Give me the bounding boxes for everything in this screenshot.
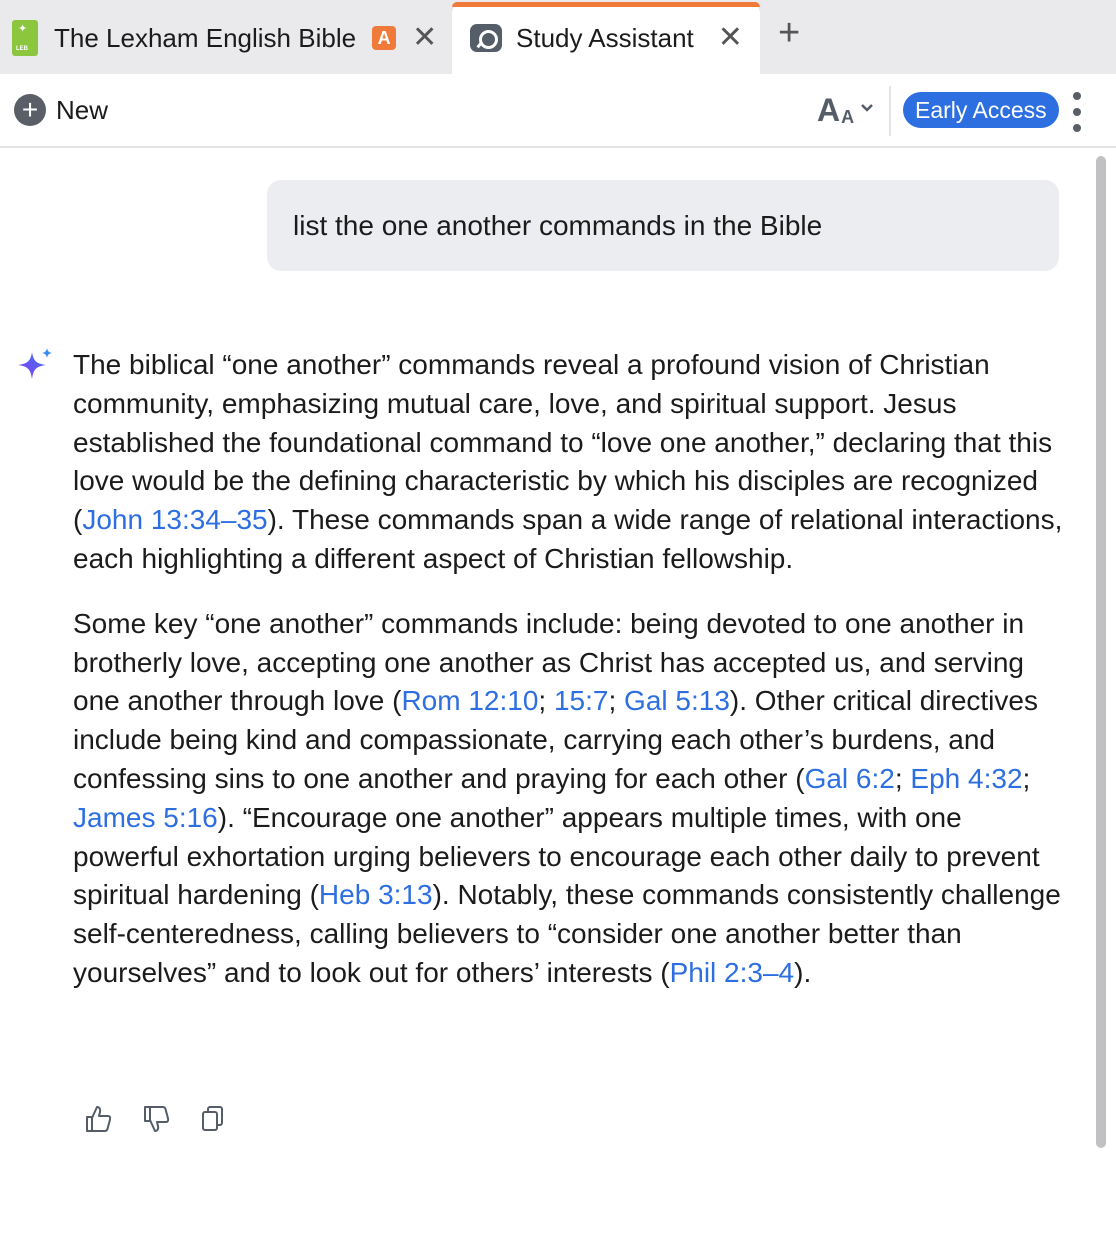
- scripture-link[interactable]: Gal 5:13: [624, 685, 730, 716]
- new-conversation-button[interactable]: + New: [14, 94, 108, 126]
- tab-study-assistant[interactable]: Study Assistant ✕: [452, 2, 760, 74]
- tab-lexham-english-bible[interactable]: The Lexham English Bible A ✕: [0, 2, 452, 74]
- answer-paragraph: The biblical “one another” commands reve…: [73, 346, 1063, 579]
- scripture-link[interactable]: John 13:34–35: [82, 504, 267, 535]
- user-query-bubble: list the one another commands in the Bib…: [267, 180, 1059, 271]
- toolbar: + New A A Early Access: [0, 74, 1116, 148]
- study-assistant-icon: [470, 24, 502, 52]
- conversation-panel: list the one another commands in the Bib…: [0, 150, 1096, 1246]
- scrollbar[interactable]: [1096, 156, 1106, 1148]
- plus-circle-icon: +: [14, 94, 46, 126]
- answer-text: ;: [894, 762, 911, 794]
- scripture-link[interactable]: Gal 6:2: [805, 763, 895, 794]
- toolbar-divider: [889, 86, 891, 136]
- font-size-icon: A: [817, 92, 841, 128]
- close-tab-icon[interactable]: ✕: [412, 23, 437, 53]
- chevron-down-icon: [860, 100, 874, 118]
- feedback-actions: [84, 1104, 226, 1134]
- early-access-badge[interactable]: Early Access: [903, 92, 1059, 128]
- scripture-link[interactable]: Eph 4:32: [910, 763, 1022, 794]
- scripture-link[interactable]: Heb 3:13: [319, 879, 433, 910]
- thumbs-down-icon[interactable]: [142, 1104, 170, 1134]
- scripture-link[interactable]: 15:7: [554, 685, 609, 716]
- new-label: New: [56, 94, 109, 125]
- scripture-link[interactable]: James 5:16: [73, 802, 218, 833]
- tab-label: The Lexham English Bible: [54, 22, 357, 53]
- font-size-icon-small: A: [841, 107, 855, 127]
- answer-paragraph: Some key “one another” commands include:…: [73, 605, 1063, 993]
- thumbs-up-icon[interactable]: [84, 1104, 112, 1134]
- new-tab-button[interactable]: +: [778, 14, 800, 52]
- scripture-link[interactable]: Phil 2:3–4: [670, 957, 795, 988]
- answer-text: ;: [538, 685, 554, 717]
- ai-sparkle-icon: [18, 348, 52, 379]
- scripture-link[interactable]: Rom 12:10: [401, 685, 538, 716]
- copy-icon[interactable]: [200, 1104, 226, 1134]
- tab-badge: A: [372, 26, 397, 50]
- lexham-bible-icon: [12, 20, 38, 56]
- answer-text: ;: [1022, 762, 1031, 794]
- tab-bar: The Lexham English Bible A ✕ Study Assis…: [0, 0, 1116, 74]
- close-tab-icon[interactable]: ✕: [718, 23, 743, 53]
- tab-label: Study Assistant: [516, 22, 694, 53]
- answer-text: ).: [794, 956, 812, 988]
- answer-text: ;: [608, 685, 625, 717]
- assistant-answer: The biblical “one another” commands reve…: [73, 346, 1063, 1019]
- more-options-icon[interactable]: [1068, 92, 1086, 132]
- font-size-button[interactable]: A A: [817, 94, 874, 126]
